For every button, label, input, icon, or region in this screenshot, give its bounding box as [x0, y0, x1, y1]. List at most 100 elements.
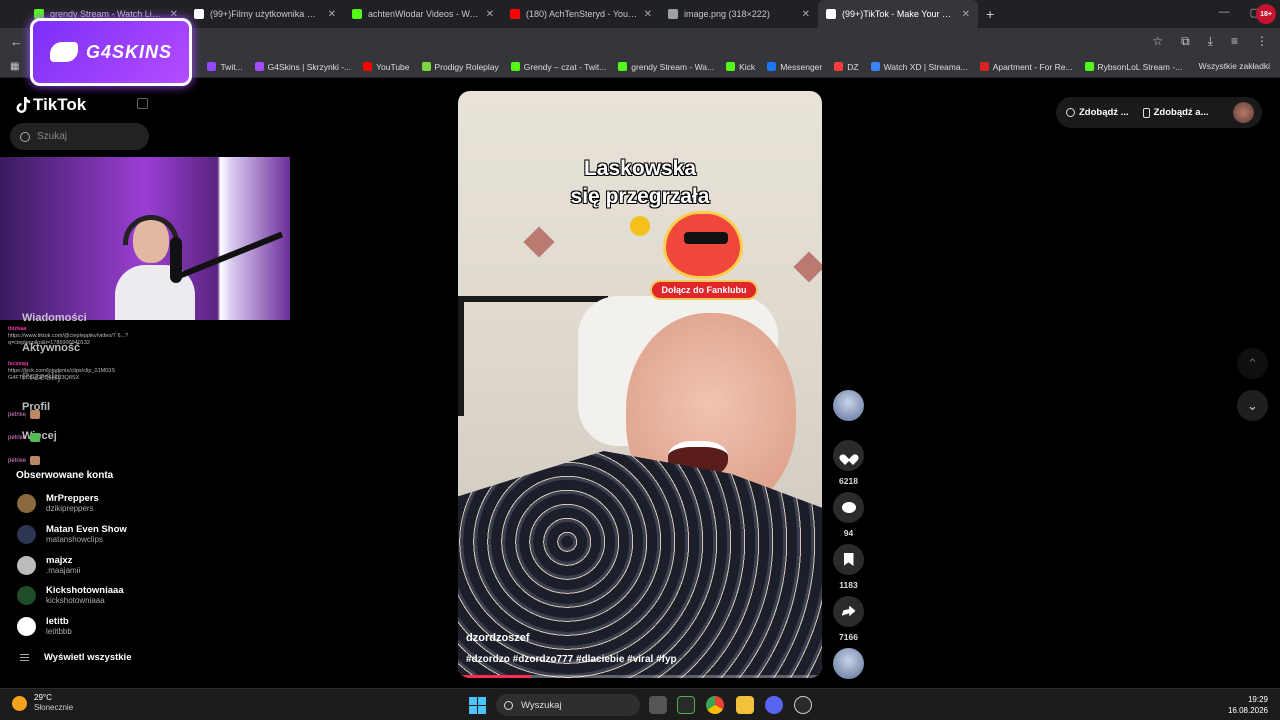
sound-avatar[interactable] — [833, 648, 864, 679]
bookmark-item[interactable]: DZ — [834, 61, 859, 72]
save-button[interactable] — [833, 544, 864, 575]
collapse-sidebar-icon[interactable] — [137, 98, 148, 109]
obs-icon[interactable] — [794, 696, 812, 714]
chat-line: petrixe — [8, 433, 41, 442]
bookmark-item[interactable]: G4Skins | Skrzynki -... — [254, 61, 352, 72]
bookmark-item[interactable]: Kick — [726, 62, 755, 72]
bookmark-item[interactable]: Messenger — [767, 62, 822, 72]
video-hashtags[interactable]: #dzordzo #dzordzo777 #dlaciebie #viral #… — [466, 654, 677, 665]
get-app-button[interactable]: Zdobądź a... — [1142, 107, 1209, 118]
followed-account[interactable]: letitb letitbbb — [17, 613, 72, 639]
see-all-button[interactable]: Wyświetl wszystkie — [20, 652, 131, 663]
bookmark-favicon-icon — [979, 62, 989, 71]
search-icon — [20, 131, 30, 142]
bookmark-favicon-icon — [726, 62, 736, 71]
chat-text: https://www.tiktok.com/@ciepleppikv/vide… — [8, 333, 129, 346]
video-player[interactable]: Laskowska się przegrzała Dołącz do Fankl… — [458, 91, 822, 678]
tiktok-note-icon — [16, 97, 30, 113]
bookmark-favicon-icon — [870, 62, 880, 71]
bookmark-item[interactable]: Prodigy Roleplay — [421, 62, 499, 72]
followed-account[interactable]: Matan Even Show matanshowclips — [17, 521, 127, 547]
terminal-icon[interactable] — [677, 696, 695, 714]
system-clock[interactable]: 19:29 16.08.2026 — [1228, 694, 1268, 716]
comment-button[interactable] — [833, 492, 864, 523]
search-input[interactable]: Szukaj — [10, 123, 149, 150]
author-avatar[interactable] — [833, 390, 864, 421]
close-tab-icon[interactable]: ✕ — [328, 9, 336, 20]
account-handle: dzikipreppers — [46, 503, 94, 513]
file-explorer-icon[interactable] — [736, 696, 754, 714]
tab-favicon-icon — [352, 9, 362, 19]
close-tab-icon[interactable]: ✕ — [802, 9, 810, 20]
bookmark-item[interactable]: Grendy – czat - Twit... — [510, 62, 606, 72]
bookmark-item[interactable]: RybsonLoL Stream -... — [1084, 62, 1182, 72]
star-icon[interactable]: ☆ — [1152, 34, 1163, 49]
previous-video-button[interactable]: ⌃ — [1237, 348, 1268, 379]
like-button[interactable] — [833, 440, 864, 471]
bookmark-icon — [843, 553, 854, 566]
video-author[interactable]: dzordzoszef — [466, 632, 530, 644]
bookmark-item[interactable]: Twit... — [207, 62, 243, 72]
followed-account[interactable]: MrPreppers dzikipreppers — [17, 490, 99, 516]
join-fanclub-button[interactable]: Dołącz do Fanklubu — [650, 280, 758, 300]
menu-dots-icon[interactable]: ⋮ — [1256, 34, 1268, 49]
nav-messages[interactable]: Wiadomości — [22, 312, 87, 324]
next-video-button[interactable]: ⌄ — [1237, 390, 1268, 421]
bookmark-item[interactable]: grendy Stream - Wa... — [618, 62, 714, 72]
all-bookmarks-link[interactable]: Wszystkie zakładki — [1199, 61, 1270, 71]
tab-favicon-icon — [510, 9, 520, 19]
task-view-icon[interactable] — [649, 696, 667, 714]
browser-tab[interactable]: image.png (318×222) ✕ — [660, 0, 818, 28]
avatar — [17, 585, 36, 605]
chat-user: petrixe — [8, 411, 27, 418]
following-accounts-title: Obserwowane konta — [16, 470, 114, 481]
close-tab-icon[interactable]: ✕ — [962, 9, 970, 20]
browser-toolbar: ☆ ⧉ ⤓ ≡ ⋮ — [1152, 34, 1268, 49]
bookmark-item[interactable]: Apartment - For Re... — [979, 62, 1073, 72]
avatar — [17, 524, 36, 544]
bookmark-item[interactable]: Watch XD | Streama... — [870, 62, 968, 72]
start-button[interactable] — [469, 697, 486, 714]
video-progress-bar[interactable] — [458, 675, 822, 678]
tiktok-logo[interactable]: TikTok — [16, 95, 86, 115]
close-tab-icon[interactable]: ✕ — [644, 9, 652, 20]
emote-icon — [30, 433, 41, 442]
browser-tab[interactable]: (99+)TikTok - Make Your Day ✕ — [818, 0, 978, 28]
download-icon[interactable]: ⤓ — [1208, 34, 1213, 49]
video-caption-overlay: Laskowska się przegrzała — [458, 155, 822, 211]
profile-avatar-badge[interactable]: 18+ — [1256, 4, 1276, 24]
new-tab-button[interactable]: + — [986, 6, 994, 22]
browser-tab[interactable]: (99+)Filmy użytkownika Marcin ✕ — [186, 0, 344, 28]
get-coins-button[interactable]: Zdobądź ... — [1066, 107, 1129, 118]
discord-icon[interactable] — [765, 696, 783, 714]
back-arrow-icon[interactable]: ← — [10, 34, 23, 49]
share-button[interactable] — [833, 596, 864, 627]
tiktok-wordmark: TikTok — [33, 95, 87, 114]
browser-tab[interactable]: (180) AchTenSteryd - YouTube ✕ — [502, 0, 660, 28]
followed-account[interactable]: majxz .maajamii — [17, 552, 80, 578]
bookmark-label: G4Skins | Skrzynki -... — [267, 61, 352, 72]
close-tab-icon[interactable]: ✕ — [486, 9, 494, 20]
search-icon — [504, 700, 513, 710]
chat-line: petrixe — [8, 456, 41, 465]
avatar — [17, 555, 36, 575]
microphone — [170, 237, 182, 283]
reading-list-icon[interactable]: ≡ — [1231, 34, 1238, 49]
minimize-icon[interactable]: — — [1219, 6, 1230, 19]
taskbar-search[interactable]: Wyszukaj — [496, 694, 640, 716]
share-count: 7166 — [839, 632, 858, 642]
bookmark-label: DZ — [847, 61, 859, 72]
bookmark-item[interactable]: YouTube — [363, 62, 410, 72]
apps-grid-icon[interactable]: ▦ — [10, 61, 19, 72]
chrome-icon[interactable] — [706, 696, 724, 714]
bookmark-label: Messenger — [780, 61, 823, 72]
followed-account[interactable]: Kickshotowniaaa kickshotowniaaa — [17, 582, 124, 608]
user-avatar[interactable] — [1233, 102, 1254, 123]
tab-title: (99+)Filmy użytkownika Marcin — [210, 9, 322, 19]
extensions-icon[interactable]: ⧉ — [1181, 34, 1190, 49]
account-handle: letitbbb — [46, 626, 72, 636]
browser-tab[interactable]: achtenWlodar Videos - Watch Kick ✕ — [344, 0, 502, 28]
heart-icon — [843, 450, 855, 461]
phone-icon — [1142, 107, 1150, 118]
weather-widget[interactable]: 29°C Słonecznie — [12, 693, 73, 713]
